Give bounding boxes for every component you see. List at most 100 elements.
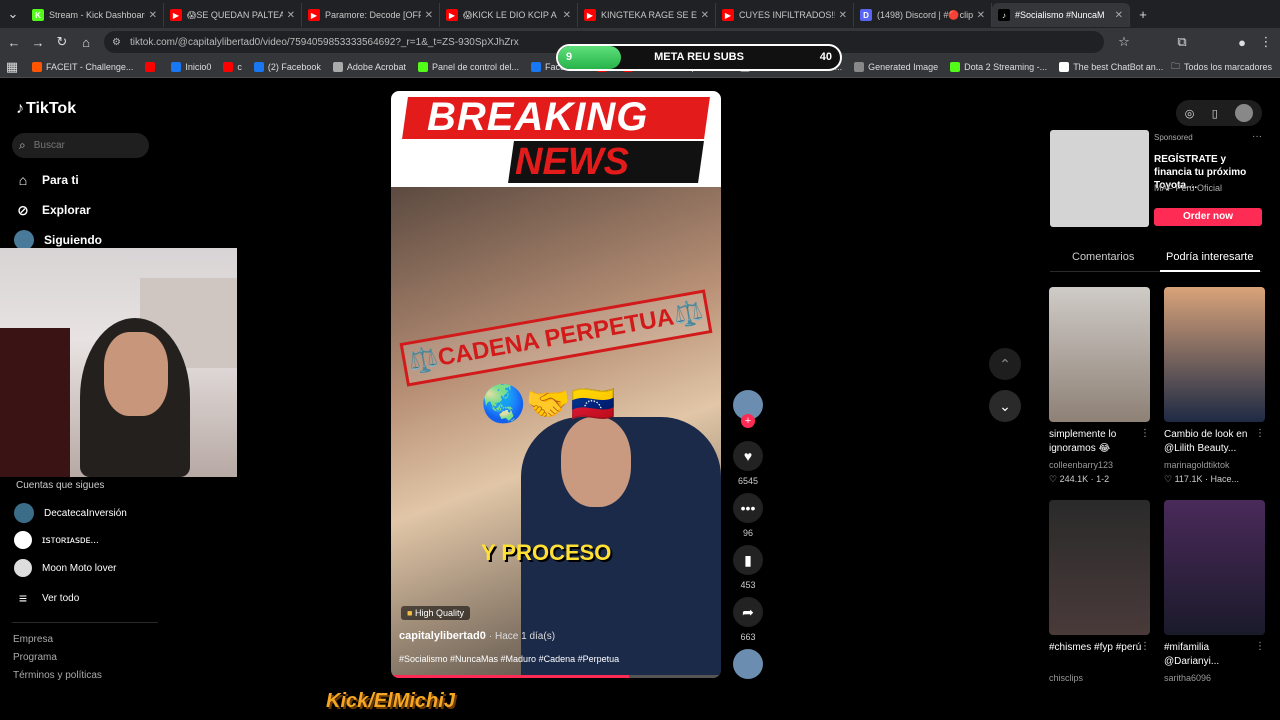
browser-tab[interactable]: ♪ #Socialismo #NuncaM ✕ [992,3,1130,27]
nav-explore[interactable]: ⊘ Explorar [14,201,91,219]
nav-following[interactable]: Siguiendo [14,230,102,250]
tab-favicon-icon: ♪ [998,9,1010,21]
tiktok-logo[interactable]: ♪ TikTok [16,100,76,118]
card-more-icon[interactable]: ⋮ [1255,641,1265,652]
video-card-1-thumb[interactable] [1049,287,1150,422]
video-author[interactable]: capitalylibertad0 · Hace 1 día(s) [399,630,555,642]
new-tab-icon[interactable]: + [1130,7,1156,22]
save-button[interactable]: ▮ 453 [733,545,763,590]
video-card-2-title[interactable]: Cambio de look en @Lilith Beauty... [1164,428,1259,456]
following-account-3[interactable]: Moon Moto lover [14,559,116,577]
site-info-icon[interactable]: ⚙ [112,37,121,48]
video-card-2-thumb[interactable] [1164,287,1265,422]
browser-tab-bar: ⌄ K Stream - Kick Dashboard ✕ ▶ 😱SE QUEDAN P… [0,0,1280,28]
sound-avatar[interactable] [733,649,763,684]
bookmark-favicon-icon [854,61,865,72]
video-card-1-user[interactable]: colleenbarry123 [1049,460,1113,470]
bookmark-label: c [237,61,242,72]
bookmark-item[interactable]: The best ChatBot an... [1059,61,1163,72]
bookmark-item[interactable]: Dota 2 Streaming -... [950,61,1047,72]
following-account-1[interactable]: DecatecaInversión [14,503,127,523]
video-frame [391,187,721,678]
search-input[interactable]: ⌕ Buscar [12,133,149,158]
like-button[interactable]: ♥ 6545 [733,441,763,486]
home-icon[interactable]: ⌂ [74,35,98,50]
tab-favicon-icon: ▶ [308,9,320,21]
profile-icon[interactable]: ● [1230,35,1254,50]
extensions-icon[interactable]: ⧉ [1170,34,1194,50]
tab-might-like[interactable]: Podría interesarte [1166,251,1253,263]
bookmark-item[interactable]: FACEIT - Challenge... [32,61,133,72]
ad-thumbnail[interactable] [1050,130,1149,227]
ad-more-icon[interactable]: ··· [1252,131,1262,142]
bookmark-item[interactable]: Panel de control del... [417,61,519,72]
card-more-icon[interactable]: ⋮ [1140,641,1150,652]
bookmark-item[interactable]: (2) Facebook [253,61,321,72]
ad-order-button[interactable]: Order now [1154,208,1262,226]
forward-icon[interactable]: → [26,35,50,50]
tab-comments[interactable]: Comentarios [1072,251,1134,263]
tab-close-icon[interactable]: ✕ [149,10,157,21]
all-bookmarks[interactable]: 🗀 Todos los marcadores [1171,59,1272,75]
following-account-2[interactable]: ɪꜱᴛᴏʀɪᴀꜱᴅᴇ... [14,531,99,549]
follow-plus-icon[interactable]: + [741,414,755,428]
browser-tab[interactable]: K Stream - Kick Dashboard ✕ [26,3,164,27]
previous-video-button[interactable]: ⌃ [989,348,1021,380]
browser-tab[interactable]: ▶ 😱SE QUEDAN PALTEAD... ✕ [164,3,302,27]
tab-title: KINGTEKA RAGE SE ENTE [601,10,697,20]
video-progress[interactable] [391,675,721,678]
browser-tab[interactable]: ▶ 😱KICK LE DIO KCIP A FU ✕ [440,3,578,27]
active-tab-indicator [1160,270,1260,272]
footer-link-company[interactable]: Empresa [13,634,53,645]
browser-tab[interactable]: ▶ CUYES INFILTRADOS!! TIP ✕ [716,3,854,27]
video-card-4-user[interactable]: saritha6096 [1164,673,1211,683]
next-video-button[interactable]: ⌄ [989,390,1021,422]
tab-close-icon[interactable]: ✕ [425,10,433,21]
bookmark-item[interactable]: c [223,61,242,72]
tab-close-icon[interactable]: ✕ [977,10,985,21]
tab-close-icon[interactable]: ✕ [839,10,847,21]
bookmark-item[interactable]: Generated Image [854,61,938,72]
menu-icon[interactable]: ⋮ [1254,34,1278,50]
video-card-3-thumb[interactable] [1049,500,1150,635]
tab-search-icon[interactable]: ⌄ [0,6,26,22]
video-card-2-user[interactable]: marinagoldtiktok [1164,460,1230,470]
card-more-icon[interactable]: ⋮ [1255,428,1265,439]
footer-link-program[interactable]: Programa [13,652,57,663]
comment-button[interactable]: ••• 96 [733,493,763,538]
user-avatar[interactable] [1235,104,1254,122]
browser-tab[interactable]: ▶ Paramore: Decode [OFFIC ✕ [302,3,440,27]
video-card-3-title[interactable]: #chismes #fyp #perú [1049,641,1144,655]
back-icon[interactable]: ← [2,35,26,50]
reload-icon[interactable]: ↻ [50,34,74,50]
device-icon[interactable]: ▯ [1212,107,1218,120]
bookmark-item[interactable]: Adobe Acrobat [332,61,406,72]
star-icon[interactable]: ☆ [1112,34,1136,50]
browser-tab[interactable]: D (1498) Discord | #🔴clip ✕ [854,3,992,27]
nav-for-you[interactable]: ⌂ Para ti [14,171,79,189]
creator-avatar[interactable]: + [733,390,763,428]
video-player[interactable]: BREAKING NEWS ⚖️CADENA PERPETUA⚖️ 🌏🤝🇻🇪 Y… [391,91,721,678]
heart-outline-icon: ♡ [1164,474,1173,484]
bookmark-item[interactable]: Inicio0 [171,61,211,72]
bookmark-item[interactable] [145,61,159,72]
share-button[interactable]: ➦ 663 [733,597,763,642]
tab-close-icon[interactable]: ✕ [563,10,571,21]
coins-icon[interactable]: ◎ [1185,107,1195,120]
video-card-4-title[interactable]: #mifamilia @Darianyi... [1164,641,1259,669]
tab-close-icon[interactable]: ✕ [701,10,709,21]
tab-close-icon[interactable]: ✕ [1115,10,1123,21]
browser-tab[interactable]: ▶ KINGTEKA RAGE SE ENTE ✕ [578,3,716,27]
video-hashtags[interactable]: #Socialismo #NuncaMas #Maduro #Cadena #P… [399,654,619,664]
account-avatar [14,503,34,523]
tab-close-icon[interactable]: ✕ [287,10,295,21]
footer-link-terms[interactable]: Términos y políticas [13,670,102,681]
see-all-link[interactable]: ≡ Ver todo [14,589,79,607]
video-card-3-user[interactable]: chisclips [1049,673,1083,683]
tab-favicon-icon: K [32,9,44,21]
card-more-icon[interactable]: ⋮ [1140,428,1150,439]
comment-icon: ••• [733,493,763,523]
video-card-1-title[interactable]: simplemente lo ignoramos 😂 [1049,428,1144,456]
apps-icon[interactable]: ▦ [0,59,24,75]
video-card-4-thumb[interactable] [1164,500,1265,635]
